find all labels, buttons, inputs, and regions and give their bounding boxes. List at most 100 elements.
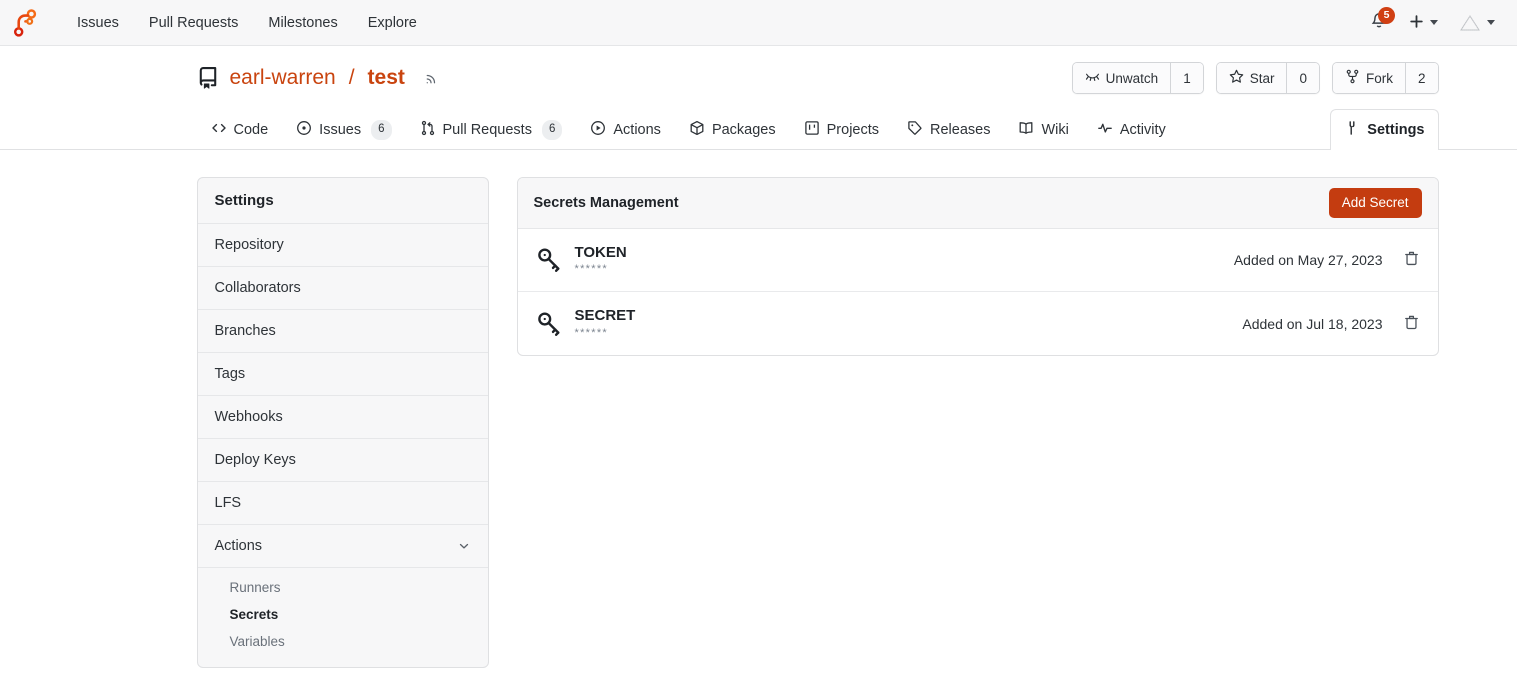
repo-name-link[interactable]: test xyxy=(368,66,405,90)
tab-actions[interactable]: Actions xyxy=(576,109,675,150)
notification-count-badge: 5 xyxy=(1378,7,1395,24)
table-row: SECRET ****** Added on Jul 18, 2023 xyxy=(518,292,1438,355)
tag-icon xyxy=(907,120,923,140)
secret-row-actions: Added on May 27, 2023 xyxy=(1234,248,1422,272)
star-button[interactable]: Star xyxy=(1217,63,1287,93)
table-row: TOKEN ****** Added on May 27, 2023 xyxy=(518,229,1438,293)
secret-masked-value: ****** xyxy=(575,263,627,276)
tab-badge-pull-requests: 6 xyxy=(542,120,562,139)
fork-count[interactable]: 2 xyxy=(1405,63,1438,93)
project-icon xyxy=(804,120,820,140)
pulse-icon xyxy=(1097,120,1113,140)
user-menu[interactable] xyxy=(1450,7,1503,39)
issue-opened-icon xyxy=(296,120,312,140)
repository-title: earl-warren / test xyxy=(197,66,439,90)
sidebar-item-runners[interactable]: Runners xyxy=(198,574,488,601)
sidebar-item-collaborators[interactable]: Collaborators xyxy=(198,267,488,310)
secret-name: TOKEN xyxy=(575,244,627,263)
repo-icon xyxy=(197,67,219,89)
sidebar-item-tags[interactable]: Tags xyxy=(198,353,488,396)
watch-count[interactable]: 1 xyxy=(1170,63,1203,93)
chevron-down-icon[interactable] xyxy=(457,539,471,553)
key-icon xyxy=(534,245,564,275)
star-label: Star xyxy=(1250,71,1275,86)
tab-wiki[interactable]: Wiki xyxy=(1004,109,1082,150)
sidebar-item-secrets[interactable]: Secrets xyxy=(198,601,488,628)
avatar-placeholder-icon xyxy=(1458,11,1482,35)
forgejo-logo-icon[interactable] xyxy=(10,8,40,38)
sidebar-item-branches[interactable]: Branches xyxy=(198,310,488,353)
sidebar-item-label: Tags xyxy=(215,366,246,382)
tab-label: Releases xyxy=(930,122,990,138)
create-new-menu[interactable] xyxy=(1400,9,1446,37)
tab-projects[interactable]: Projects xyxy=(790,109,893,150)
plus-icon xyxy=(1408,13,1425,33)
notifications-button[interactable]: 5 xyxy=(1362,6,1396,39)
secret-name: SECRET xyxy=(575,307,636,326)
star-count[interactable]: 0 xyxy=(1286,63,1319,93)
repository-header: earl-warren / test xyxy=(0,46,1517,94)
repository-tabs-bar: Code Issues 6 Pull Requests 6 xyxy=(0,108,1517,150)
delete-secret-button[interactable] xyxy=(1401,312,1422,336)
sidebar-item-actions[interactable]: Actions xyxy=(198,525,488,568)
book-icon xyxy=(1018,120,1034,140)
nav-link-pull-requests[interactable]: Pull Requests xyxy=(134,9,253,37)
tab-packages[interactable]: Packages xyxy=(675,109,790,150)
secret-added-date: Added on May 27, 2023 xyxy=(1234,252,1383,268)
secret-added-date: Added on Jul 18, 2023 xyxy=(1242,316,1382,332)
watch-button[interactable]: Unwatch xyxy=(1073,63,1171,93)
secrets-panel-header: Secrets Management Add Secret xyxy=(518,178,1438,229)
nav-link-issues[interactable]: Issues xyxy=(62,9,134,37)
git-pull-request-icon xyxy=(420,120,436,140)
settings-page: Settings Repository Collaborators Branch… xyxy=(69,150,1449,668)
star-button-group: Star 0 xyxy=(1216,62,1320,94)
secret-masked-value: ****** xyxy=(575,327,636,340)
watch-label: Unwatch xyxy=(1106,71,1159,86)
tab-label: Issues xyxy=(319,122,361,138)
primary-nav-links: Issues Pull Requests Milestones Explore xyxy=(62,9,432,37)
sidebar-item-lfs[interactable]: LFS xyxy=(198,482,488,525)
rss-icon[interactable] xyxy=(424,71,439,86)
fork-icon xyxy=(1345,69,1360,87)
sidebar-item-deploy-keys[interactable]: Deploy Keys xyxy=(198,439,488,482)
tab-settings[interactable]: Settings xyxy=(1330,109,1438,150)
tab-releases[interactable]: Releases xyxy=(893,109,1004,150)
top-navbar: Issues Pull Requests Milestones Explore … xyxy=(0,0,1517,46)
sidebar-item-repository[interactable]: Repository xyxy=(198,224,488,267)
watch-button-group: Unwatch 1 xyxy=(1072,62,1204,94)
key-icon xyxy=(534,309,564,339)
tab-label: Code xyxy=(234,122,269,138)
sidebar-item-label: Deploy Keys xyxy=(215,452,296,468)
tab-badge-issues: 6 xyxy=(371,120,391,139)
tab-label: Activity xyxy=(1120,122,1166,138)
package-icon xyxy=(689,120,705,140)
nav-link-milestones[interactable]: Milestones xyxy=(253,9,352,37)
sidebar-item-webhooks[interactable]: Webhooks xyxy=(198,396,488,439)
play-icon xyxy=(590,120,606,140)
repo-owner-link[interactable]: earl-warren xyxy=(230,66,336,90)
tab-label: Settings xyxy=(1367,122,1424,138)
tab-activity[interactable]: Activity xyxy=(1083,109,1180,150)
fork-label: Fork xyxy=(1366,71,1393,86)
secret-info: SECRET ****** xyxy=(575,307,636,340)
sidebar-item-label: LFS xyxy=(215,495,242,511)
trash-icon xyxy=(1403,250,1420,270)
page-title: Secrets Management xyxy=(534,195,679,211)
repository-action-buttons: Unwatch 1 Star 0 xyxy=(1072,62,1439,94)
tab-issues[interactable]: Issues 6 xyxy=(282,109,405,150)
delete-secret-button[interactable] xyxy=(1401,248,1422,272)
secrets-panel: Secrets Management Add Secret TOKEN ****… xyxy=(517,177,1439,356)
navbar-right-actions: 5 xyxy=(1362,6,1503,39)
fork-button[interactable]: Fork xyxy=(1333,63,1405,93)
secret-info: TOKEN ****** xyxy=(575,244,627,277)
sidebar-item-label: Actions xyxy=(215,538,263,554)
tab-pull-requests[interactable]: Pull Requests 6 xyxy=(406,109,577,150)
sidebar-item-variables[interactable]: Variables xyxy=(198,628,488,655)
settings-content: Secrets Management Add Secret TOKEN ****… xyxy=(517,177,1439,356)
add-secret-button[interactable]: Add Secret xyxy=(1329,188,1422,218)
tab-code[interactable]: Code xyxy=(197,109,283,150)
star-icon xyxy=(1229,69,1244,87)
nav-link-explore[interactable]: Explore xyxy=(353,9,432,37)
trash-icon xyxy=(1403,314,1420,334)
tab-label: Packages xyxy=(712,122,776,138)
